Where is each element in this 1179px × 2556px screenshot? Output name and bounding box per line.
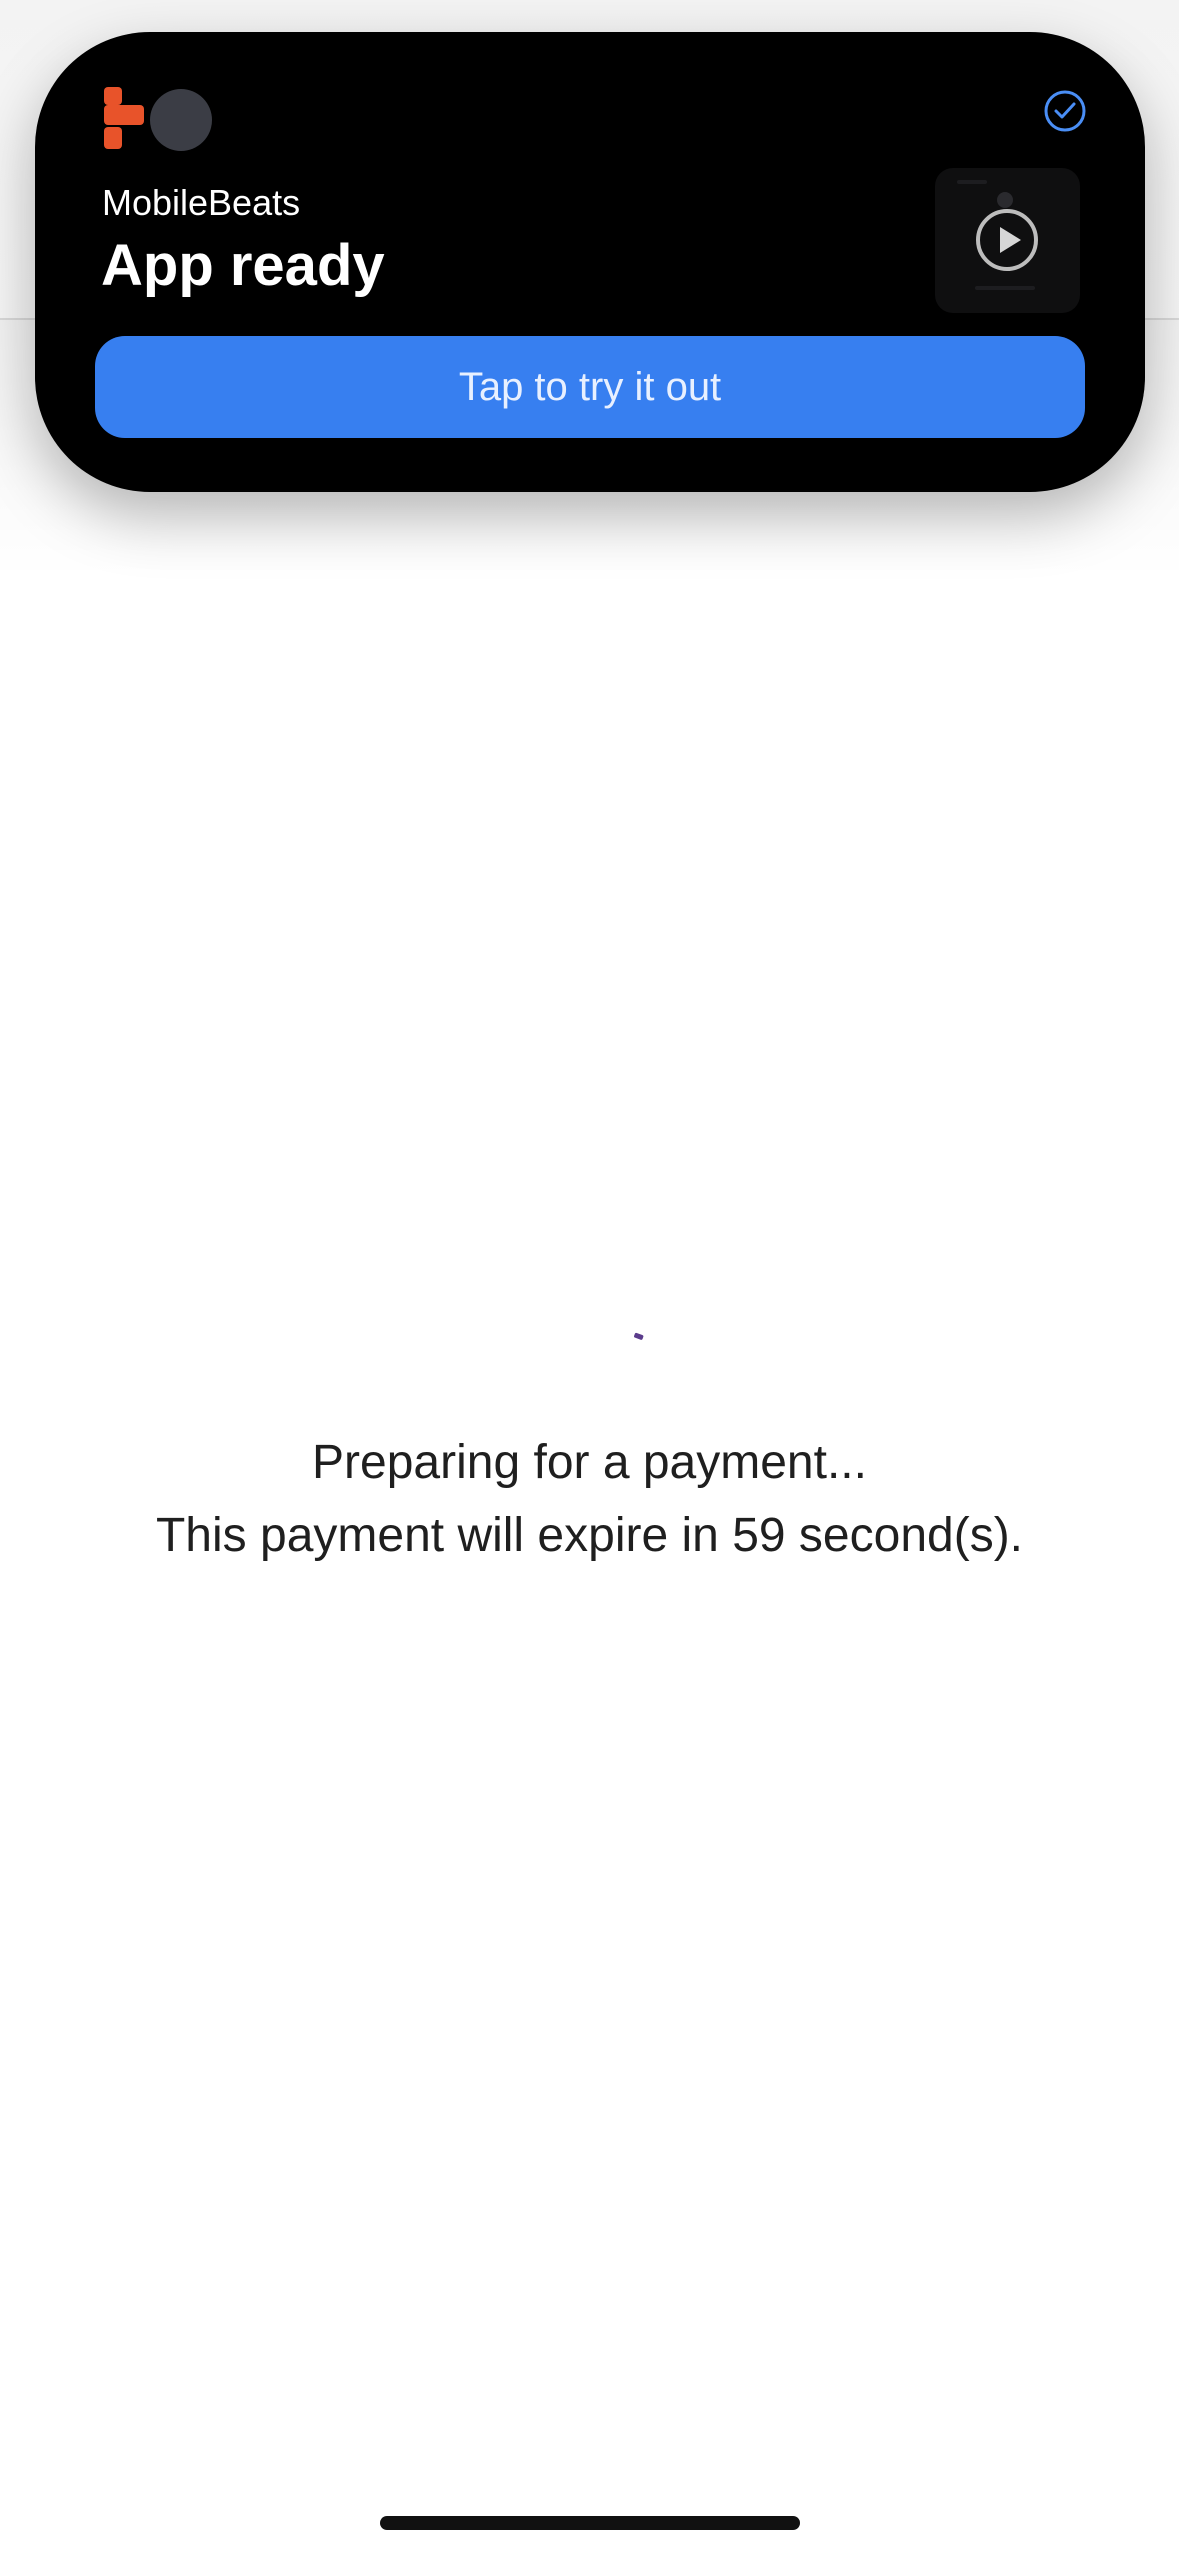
loading-spinner-icon (634, 1332, 644, 1340)
play-icon (976, 209, 1038, 271)
payment-screen: MobileBeats App ready Tap to try it out … (0, 0, 1179, 2556)
try-it-out-button[interactable]: Tap to try it out (95, 336, 1085, 438)
app-ready-notification[interactable]: MobileBeats App ready Tap to try it out (35, 32, 1145, 492)
payment-status-text: Preparing for a payment... (312, 1436, 867, 1489)
thumbnail-dot (997, 192, 1013, 208)
thumbnail-line (975, 286, 1035, 290)
logo-square (104, 105, 144, 125)
logo-square (104, 127, 122, 149)
logo-circle (150, 89, 212, 151)
payment-expiry-text: This payment will expire in 59 second(s)… (155, 1509, 1024, 1562)
home-indicator[interactable] (380, 2516, 800, 2530)
notification-title: App ready (101, 233, 385, 298)
checkmark-circle-icon (1044, 90, 1086, 132)
thumbnail-line (957, 180, 987, 184)
app-logo-icon (104, 87, 214, 177)
logo-square (104, 87, 122, 105)
app-name: MobileBeats (102, 182, 301, 223)
app-preview-thumbnail[interactable] (935, 168, 1080, 313)
